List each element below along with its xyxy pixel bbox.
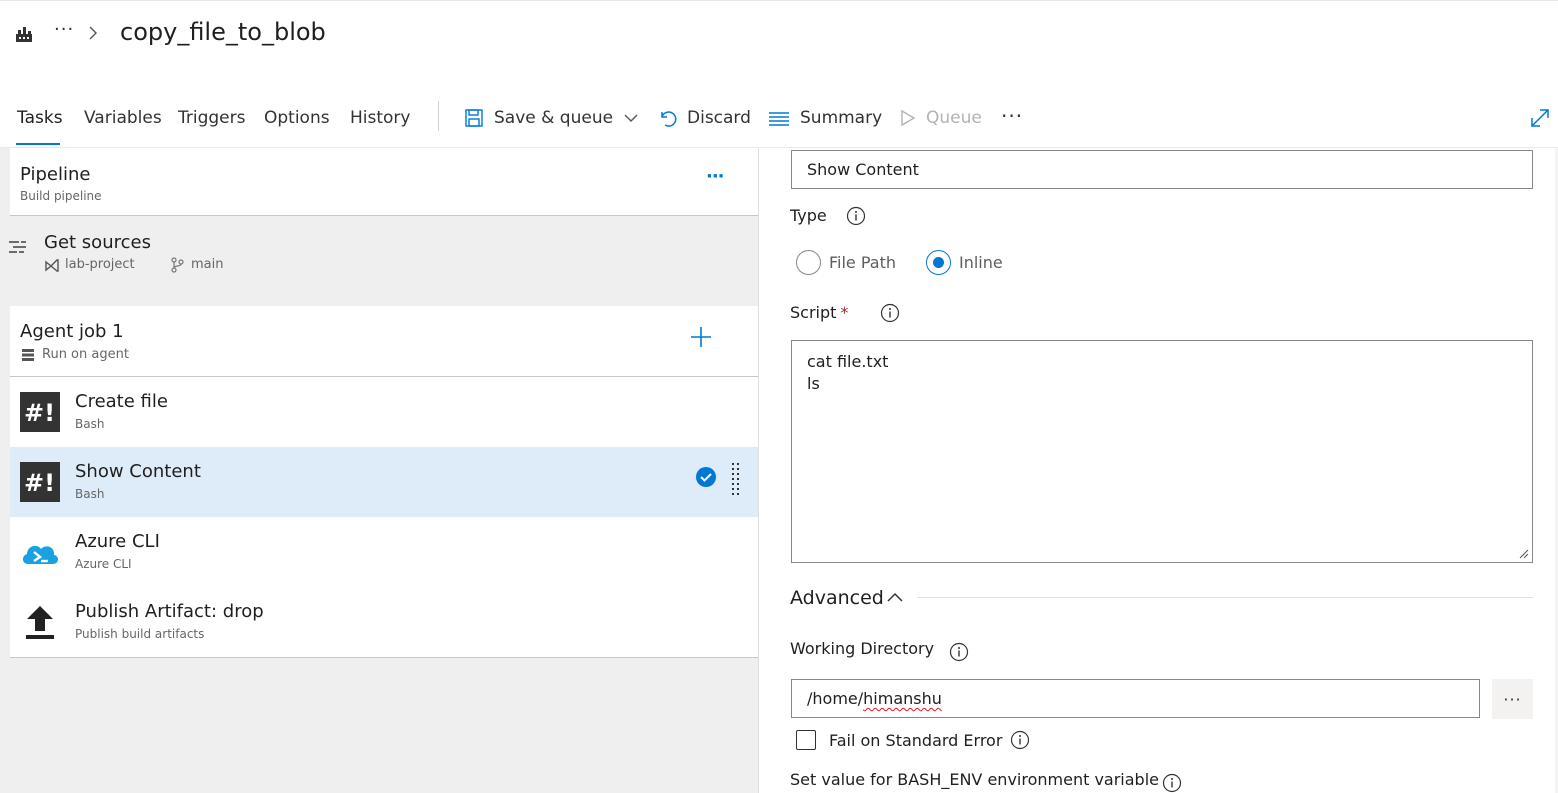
type-file-path-radio[interactable] bbox=[796, 250, 821, 275]
script-label: Script * bbox=[790, 303, 848, 322]
info-icon[interactable] bbox=[880, 303, 900, 323]
task-details-panel: Show Content Type File Path Inline Scrip… bbox=[760, 148, 1558, 793]
build-pipeline-icon[interactable] bbox=[14, 24, 34, 44]
display-name-input[interactable]: Show Content bbox=[791, 150, 1533, 189]
header: ··· copy_file_to_blob Tasks Variables Tr… bbox=[0, 0, 1558, 148]
task-name: Publish Artifact: drop bbox=[75, 601, 264, 622]
branch-icon bbox=[171, 257, 184, 273]
page-title: copy_file_to_blob bbox=[120, 18, 326, 46]
tab-triggers[interactable]: Triggers bbox=[178, 108, 246, 128]
toolbar-divider bbox=[438, 101, 439, 131]
pipeline-tasks-panel: Pipeline Build pipeline ··· Get sources … bbox=[0, 148, 759, 793]
drag-handle-icon[interactable] bbox=[730, 462, 742, 500]
required-asterisk: * bbox=[840, 303, 849, 322]
repo-name: lab-project bbox=[65, 257, 135, 272]
summary-button[interactable]: Summary bbox=[768, 104, 882, 132]
advanced-divider bbox=[917, 597, 1533, 598]
queue-button[interactable]: Queue bbox=[900, 104, 982, 132]
task-name: Show Content bbox=[75, 461, 201, 482]
type-inline-label: Inline bbox=[959, 253, 1003, 272]
working-directory-input[interactable]: /home/himanshu bbox=[791, 679, 1480, 718]
discard-button[interactable]: Discard bbox=[657, 104, 751, 132]
task-azure-cli[interactable]: Azure CLI Azure CLI bbox=[10, 517, 758, 587]
bash-icon: #! bbox=[20, 462, 60, 502]
info-icon[interactable] bbox=[1010, 730, 1030, 750]
svg-text:#!: #! bbox=[24, 399, 55, 427]
working-directory-prefix: /home/ bbox=[807, 689, 864, 708]
pipeline-subtitle: Build pipeline bbox=[20, 189, 102, 203]
tab-tasks[interactable]: Tasks bbox=[17, 108, 63, 128]
chevron-down-icon bbox=[624, 114, 638, 122]
tab-options[interactable]: Options bbox=[264, 108, 330, 128]
get-sources-title: Get sources bbox=[44, 232, 151, 253]
svg-text:#!: #! bbox=[24, 469, 55, 497]
task-name: Azure CLI bbox=[75, 531, 160, 552]
save-queue-button[interactable]: Save & queue bbox=[464, 104, 639, 132]
bash-env-label: Set value for BASH_ENV environment varia… bbox=[790, 770, 1159, 789]
agent-server-icon bbox=[22, 349, 34, 361]
fail-on-stderr-label: Fail on Standard Error bbox=[829, 731, 1003, 750]
display-name-value: Show Content bbox=[807, 160, 919, 179]
info-icon[interactable] bbox=[846, 206, 866, 226]
toolbar-more-button[interactable]: ··· bbox=[1001, 104, 1023, 128]
save-icon bbox=[465, 109, 483, 127]
chevron-up-icon[interactable] bbox=[886, 590, 904, 604]
browse-button[interactable]: ··· bbox=[1492, 679, 1533, 719]
upload-icon bbox=[26, 606, 54, 639]
pipeline-more-button[interactable]: ··· bbox=[706, 166, 724, 187]
tab-history[interactable]: History bbox=[350, 108, 410, 128]
script-textarea[interactable]: cat file.txt ls bbox=[791, 340, 1533, 563]
task-type: Bash bbox=[75, 487, 105, 501]
task-list-divider bbox=[10, 657, 758, 658]
task-type: Bash bbox=[75, 417, 105, 431]
fail-on-stderr-checkbox[interactable] bbox=[796, 730, 816, 750]
summary-label: Summary bbox=[800, 108, 883, 128]
repo-icon bbox=[45, 259, 59, 272]
type-file-path-label: File Path bbox=[829, 253, 897, 272]
task-type: Publish build artifacts bbox=[75, 627, 205, 641]
task-publish-artifact[interactable]: Publish Artifact: drop Publish build art… bbox=[10, 587, 758, 657]
undo-icon bbox=[661, 111, 677, 127]
working-directory-user: himanshu bbox=[863, 689, 942, 708]
info-icon[interactable] bbox=[949, 642, 969, 662]
task-name: Create file bbox=[75, 391, 168, 412]
discard-label: Discard bbox=[687, 108, 751, 128]
script-label-text: Script bbox=[790, 303, 837, 322]
save-queue-label: Save & queue bbox=[494, 108, 614, 128]
advanced-section-header[interactable]: Advanced bbox=[790, 587, 884, 609]
working-directory-label: Working Directory bbox=[790, 639, 935, 658]
breadcrumb-more-button[interactable]: ··· bbox=[54, 19, 74, 40]
add-task-icon[interactable] bbox=[690, 326, 712, 348]
task-type: Azure CLI bbox=[75, 557, 132, 571]
agent-job-subtitle: Run on agent bbox=[42, 347, 129, 362]
agent-job-header[interactable]: Agent job 1 Run on agent bbox=[10, 306, 758, 377]
expand-icon[interactable] bbox=[1529, 107, 1551, 129]
queue-label: Queue bbox=[926, 108, 982, 128]
azure-cli-icon bbox=[22, 545, 59, 564]
resize-handle-icon[interactable] bbox=[1519, 549, 1529, 559]
branch-name: main bbox=[191, 257, 224, 272]
type-label: Type bbox=[790, 206, 827, 225]
play-icon bbox=[901, 109, 916, 127]
pipeline-header[interactable]: Pipeline Build pipeline ··· bbox=[10, 148, 758, 216]
checkmark-circle-icon[interactable] bbox=[695, 466, 717, 488]
active-tab-indicator bbox=[16, 143, 60, 145]
task-show-content[interactable]: #! Show Content Bash bbox=[10, 447, 758, 517]
info-icon[interactable] bbox=[1162, 773, 1182, 793]
get-sources-item[interactable]: Get sources lab-project main bbox=[0, 217, 758, 305]
get-sources-icon bbox=[9, 241, 26, 253]
tab-variables[interactable]: Variables bbox=[84, 108, 162, 128]
chevron-right-icon bbox=[89, 26, 97, 40]
list-icon bbox=[769, 112, 789, 126]
task-create-file[interactable]: #! Create file Bash bbox=[10, 377, 758, 447]
pipeline-name: Pipeline bbox=[20, 164, 91, 185]
agent-job-name: Agent job 1 bbox=[20, 321, 124, 342]
bash-icon: #! bbox=[20, 392, 60, 432]
type-inline-radio[interactable] bbox=[926, 250, 951, 275]
